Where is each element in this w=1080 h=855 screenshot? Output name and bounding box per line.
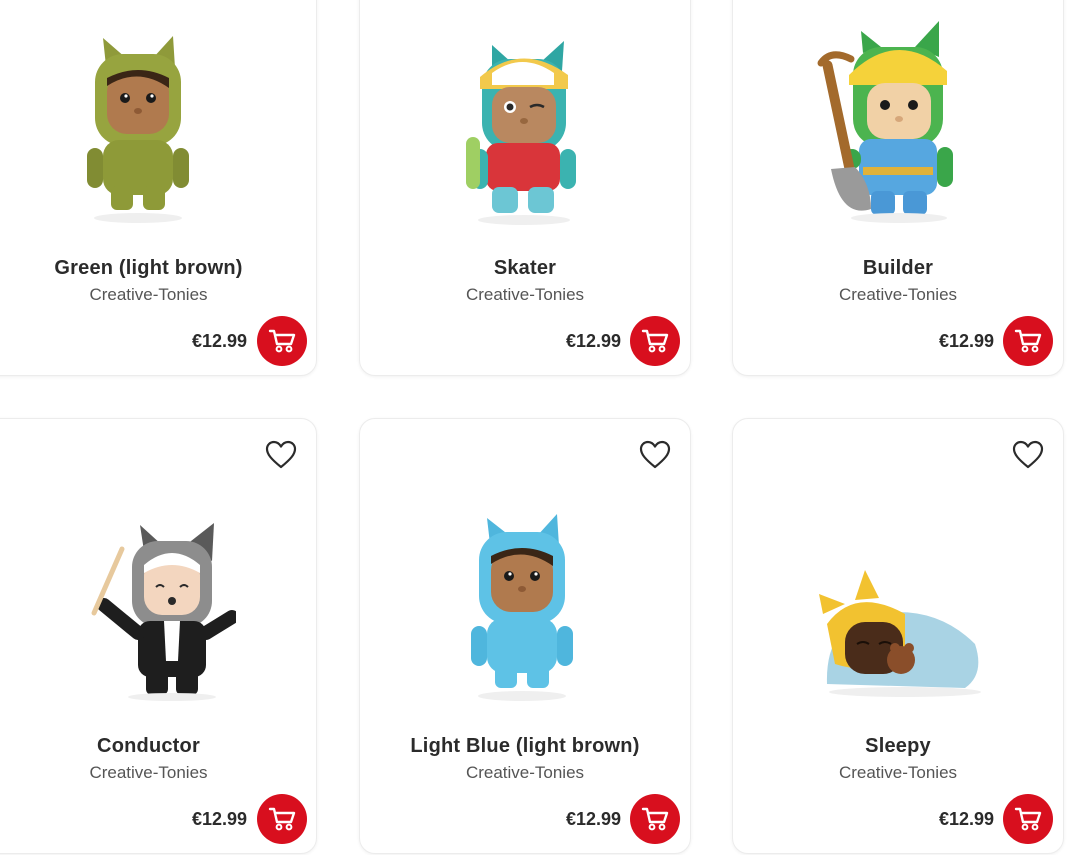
product-name[interactable]: Green (light brown) (0, 257, 316, 280)
builder-tonie-figure[interactable] (811, 19, 961, 224)
product-brand: Creative-Tonies (89, 285, 208, 304)
add-to-cart-button[interactable] (257, 316, 307, 366)
product-card[interactable]: Green (light brown) Creative-Tonies €12.… (0, 0, 317, 376)
cart-icon (641, 807, 669, 831)
light-blue-tonie-figure[interactable] (465, 514, 585, 704)
product-brand: Creative-Tonies (465, 763, 585, 782)
add-to-cart-button[interactable] (257, 794, 307, 844)
product-card[interactable]: Builder Creative-Tonies €12.99 (732, 0, 1064, 376)
add-to-cart-button[interactable] (630, 316, 680, 366)
product-card[interactable]: Sleepy Creative-Tonies €12.99 (732, 418, 1064, 854)
wishlist-button[interactable] (638, 438, 672, 472)
wishlist-button[interactable] (1011, 438, 1045, 472)
cart-icon (641, 329, 669, 353)
green-tonie-figure[interactable] (81, 36, 201, 226)
cart-icon (268, 329, 296, 353)
product-price: €12.99 (192, 809, 248, 829)
product-card[interactable]: Skater Creative-Tonies €12.99 (359, 0, 691, 376)
product-brand: Creative-Tonies (465, 285, 585, 304)
product-price: €12.99 (566, 809, 622, 829)
heart-icon (265, 440, 297, 469)
product-brand: Creative-Tonies (838, 763, 958, 782)
product-price: €12.99 (192, 331, 248, 351)
cart-icon (268, 807, 296, 831)
product-price: €12.99 (939, 809, 995, 829)
product-brand: Creative-Tonies (89, 763, 208, 782)
sleepy-tonie-figure[interactable] (815, 564, 985, 699)
wishlist-button[interactable] (264, 438, 298, 472)
product-card[interactable]: Conductor Creative-Tonies €12.99 (0, 418, 317, 854)
cart-icon (1014, 329, 1042, 353)
product-name[interactable]: Sleepy (733, 735, 1063, 758)
product-price: €12.99 (566, 331, 622, 351)
product-card[interactable]: Light Blue (light brown) Creative-Tonies… (359, 418, 691, 854)
conductor-tonie-figure[interactable] (86, 521, 236, 701)
add-to-cart-button[interactable] (630, 794, 680, 844)
product-name[interactable]: Light Blue (light brown) (360, 735, 690, 758)
product-price: €12.99 (939, 331, 995, 351)
heart-icon (1012, 440, 1044, 469)
add-to-cart-button[interactable] (1003, 316, 1053, 366)
product-name[interactable]: Skater (360, 257, 690, 280)
product-name[interactable]: Builder (733, 257, 1063, 280)
skater-tonie-figure[interactable] (462, 37, 586, 227)
heart-icon (639, 440, 671, 469)
product-name[interactable]: Conductor (0, 735, 316, 758)
add-to-cart-button[interactable] (1003, 794, 1053, 844)
product-brand: Creative-Tonies (838, 285, 958, 304)
cart-icon (1014, 807, 1042, 831)
